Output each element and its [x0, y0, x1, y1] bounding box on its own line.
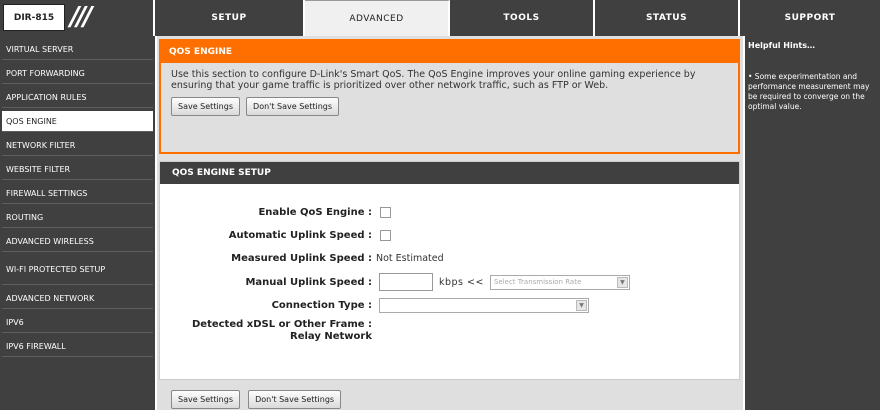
qos-engine-description: Use this section to configure D-Link's S… — [171, 69, 696, 91]
auto-uplink-label: Automatic Uplink Speed : — [228, 229, 372, 241]
qos-engine-panel: QOS ENGINE Use this section to configure… — [159, 39, 740, 154]
hints-text: • Some experimentation and performance m… — [748, 72, 870, 111]
model-label: DIR-815 — [3, 4, 65, 31]
connection-type-select[interactable]: ▼ — [379, 297, 589, 313]
detected-xdsl-label: Detected xDSL or Other Frame : Relay Net… — [160, 319, 376, 343]
qos-engine-setup-panel: QOS ENGINE SETUP Enable QoS Engine : Aut… — [159, 161, 740, 380]
bottom-buttons: Save Settings Don't Save Settings — [171, 387, 344, 409]
sidebar-item-network-filter[interactable]: NETWORK FILTER — [2, 135, 153, 156]
manual-uplink-input[interactable] — [379, 273, 433, 291]
tab-tools[interactable]: TOOLS — [450, 0, 595, 36]
sidebar-item-routing[interactable]: ROUTING — [2, 207, 153, 228]
tab-status[interactable]: STATUS — [595, 0, 740, 36]
measured-uplink-label: Measured Uplink Speed : — [231, 252, 372, 264]
sidebar-item-ipv6[interactable]: IPV6 — [2, 312, 153, 333]
qos-setup-title: QOS ENGINE SETUP — [160, 162, 739, 184]
sidebar-item-application-rules[interactable]: APPLICATION RULES — [2, 87, 153, 108]
enable-qos-row: Enable QoS Engine : — [160, 202, 740, 222]
sidebar: VIRTUAL SERVER PORT FORWARDING APPLICATI… — [0, 36, 155, 410]
helpful-hints-panel: Helpful Hints… • Some experimentation an… — [745, 36, 880, 410]
sidebar-item-advanced-network[interactable]: ADVANCED NETWORK — [2, 288, 153, 309]
sidebar-item-wifi-protected-setup[interactable]: WI-FI PROTECTED SETUP — [2, 255, 153, 285]
detected-xdsl-label-line2: Relay Network — [290, 331, 372, 342]
qos-engine-title: QOS ENGINE — [161, 41, 738, 63]
detected-xdsl-label-line1: Detected xDSL or Other Frame : — [191, 319, 372, 330]
enable-qos-label: Enable QoS Engine : — [258, 206, 372, 218]
sidebar-item-firewall-settings[interactable]: FIREWALL SETTINGS — [2, 183, 153, 204]
chevron-down-icon: ▼ — [616, 276, 628, 288]
transmission-rate-placeholder: Select Transmission Rate — [493, 278, 582, 286]
enable-qos-checkbox[interactable] — [380, 206, 391, 218]
model-logo: DIR-815 /// — [0, 0, 155, 36]
measured-uplink-value: Not Estimated — [376, 252, 444, 264]
main-content: QOS ENGINE Use this section to configure… — [157, 36, 743, 410]
manual-uplink-row: Manual Uplink Speed : kbps << Select Tra… — [160, 272, 740, 292]
dont-save-settings-button[interactable]: Don't Save Settings — [246, 97, 340, 116]
manual-uplink-label: Manual Uplink Speed : — [245, 276, 372, 288]
kbps-label: kbps << — [439, 276, 484, 288]
sidebar-item-qos-engine[interactable]: QOS ENGINE — [2, 111, 153, 132]
sidebar-item-ipv6-firewall[interactable]: IPV6 FIREWALL — [2, 336, 153, 357]
measured-uplink-row: Measured Uplink Speed : Not Estimated — [160, 248, 740, 268]
connection-type-label: Connection Type : — [271, 299, 372, 311]
tab-advanced[interactable]: ADVANCED — [305, 0, 450, 36]
tab-setup[interactable]: SETUP — [155, 0, 305, 36]
brand-slashes: /// — [70, 2, 92, 32]
tab-support[interactable]: SUPPORT — [740, 0, 880, 36]
detected-xdsl-row: Detected xDSL or Other Frame : Relay Net… — [160, 319, 740, 351]
auto-uplink-checkbox[interactable] — [380, 229, 391, 241]
transmission-rate-select[interactable]: Select Transmission Rate ▼ — [489, 274, 630, 290]
save-settings-button[interactable]: Save Settings — [171, 97, 240, 116]
auto-uplink-row: Automatic Uplink Speed : — [160, 225, 740, 245]
top-nav: DIR-815 /// SETUP ADVANCED TOOLS STATUS … — [0, 0, 880, 36]
sidebar-item-virtual-server[interactable]: VIRTUAL SERVER — [2, 39, 153, 60]
hints-title: Helpful Hints… — [748, 41, 816, 50]
sidebar-item-advanced-wireless[interactable]: ADVANCED WIRELESS — [2, 231, 153, 252]
sidebar-item-port-forwarding[interactable]: PORT FORWARDING — [2, 63, 153, 84]
sidebar-item-website-filter[interactable]: WEBSITE FILTER — [2, 159, 153, 180]
chevron-down-icon: ▼ — [576, 299, 587, 311]
bottom-save-settings-button[interactable]: Save Settings — [171, 390, 240, 409]
connection-type-row: Connection Type : ▼ — [160, 295, 740, 315]
bottom-dont-save-settings-button[interactable]: Don't Save Settings — [248, 390, 342, 409]
